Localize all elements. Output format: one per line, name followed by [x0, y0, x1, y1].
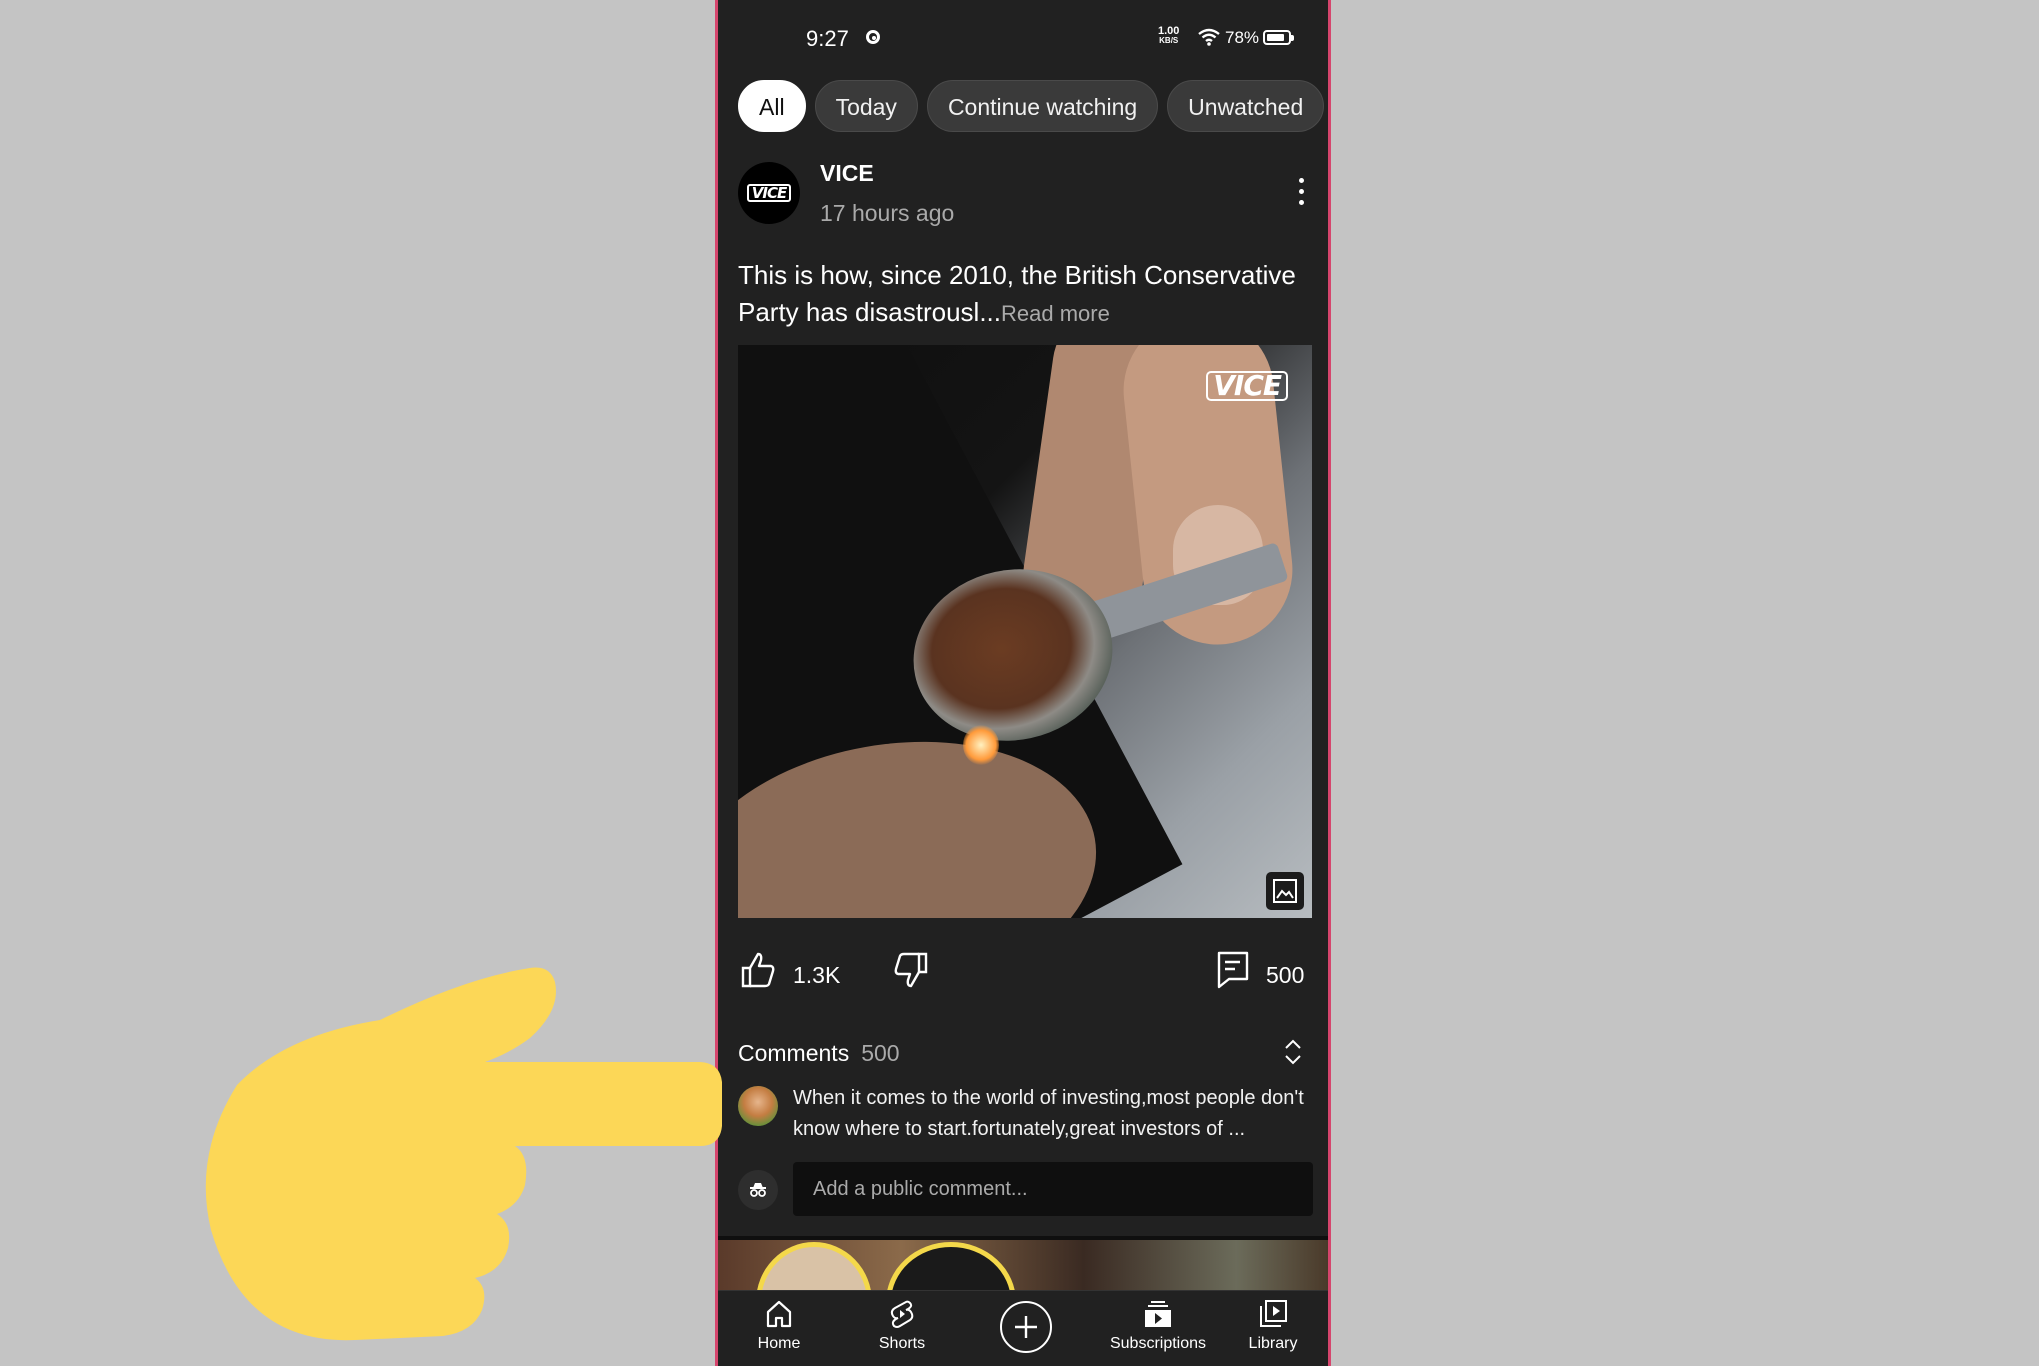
- top-comment-text[interactable]: When it comes to the world of investing,…: [793, 1083, 1318, 1145]
- battery-icon: [1263, 30, 1294, 45]
- status-time: 9:27: [806, 26, 849, 51]
- channel-name[interactable]: VICE: [820, 160, 874, 187]
- channel-avatar-logo: VICE: [746, 184, 792, 202]
- like-icon[interactable]: [740, 950, 776, 990]
- chip-unwatched[interactable]: Unwatched: [1167, 80, 1325, 132]
- battery-percent: 78%: [1225, 28, 1260, 47]
- comments-count: 500: [861, 1040, 900, 1066]
- network-speed-unit: KB/S: [1159, 36, 1179, 45]
- comments-icon[interactable]: [1216, 950, 1250, 990]
- next-video-thumbnail[interactable]: [718, 1240, 1328, 1290]
- nav-library[interactable]: Library: [1218, 1299, 1328, 1353]
- nav-library-label: Library: [1248, 1335, 1298, 1352]
- pointing-hand-icon: [205, 967, 723, 1341]
- create-button[interactable]: [1000, 1301, 1052, 1353]
- chip-continue-watching[interactable]: Continue watching: [926, 80, 1159, 132]
- subscriptions-icon: [1145, 1301, 1171, 1327]
- add-comment-input[interactable]: [793, 1162, 1313, 1216]
- home-icon: [766, 1300, 792, 1328]
- status-bar: 9:27 1.00 KB/S 78%: [718, 0, 1328, 70]
- nav-subscriptions-label: Subscriptions: [1109, 1335, 1207, 1352]
- post-actions: 1.3K 500: [718, 950, 1328, 1000]
- comments-header[interactable]: Comments 500: [738, 1040, 900, 1067]
- channel-avatar[interactable]: VICE: [738, 162, 800, 224]
- phone-screen: 9:27 1.00 KB/S 78% All Today Continue watc…: [715, 0, 1331, 1366]
- nav-subscriptions[interactable]: Subscriptions: [1093, 1299, 1223, 1353]
- shorts-icon: [890, 1300, 914, 1328]
- dislike-icon[interactable]: [893, 950, 929, 990]
- bottom-nav: Home Shorts Subscriptions Library: [718, 1290, 1328, 1366]
- chip-today[interactable]: Today: [814, 80, 918, 132]
- more-options-icon[interactable]: [1299, 178, 1305, 211]
- expand-comments-icon[interactable]: [1283, 1038, 1303, 1066]
- read-more-link[interactable]: Read more: [1001, 301, 1110, 326]
- screen-record-icon: [866, 30, 880, 44]
- chip-all[interactable]: All: [738, 80, 806, 132]
- image-icon: [1266, 872, 1304, 910]
- comment-count: 500: [1266, 962, 1305, 988]
- commenter-avatar[interactable]: [738, 1086, 778, 1126]
- nav-shorts[interactable]: Shorts: [847, 1299, 957, 1353]
- plus-icon: [1015, 1316, 1037, 1338]
- wifi-icon: [1198, 28, 1220, 46]
- like-count: 1.3K: [793, 962, 841, 988]
- incognito-icon: [750, 1183, 766, 1197]
- nav-home[interactable]: Home: [724, 1299, 834, 1353]
- nav-home-label: Home: [757, 1335, 801, 1352]
- filter-chips: All Today Continue watching Unwatched: [738, 80, 1328, 132]
- user-avatar[interactable]: [738, 1170, 778, 1210]
- post-text[interactable]: This is how, since 2010, the British Con…: [738, 257, 1318, 332]
- post-age: 17 hours ago: [820, 200, 955, 226]
- comments-title: Comments: [738, 1040, 850, 1066]
- vice-watermark: VICE: [1206, 371, 1288, 401]
- nav-shorts-label: Shorts: [878, 1335, 926, 1352]
- library-icon: [1260, 1300, 1287, 1327]
- post-image[interactable]: VICE: [738, 345, 1312, 918]
- network-speed: 1.00 KB/S: [1158, 26, 1179, 46]
